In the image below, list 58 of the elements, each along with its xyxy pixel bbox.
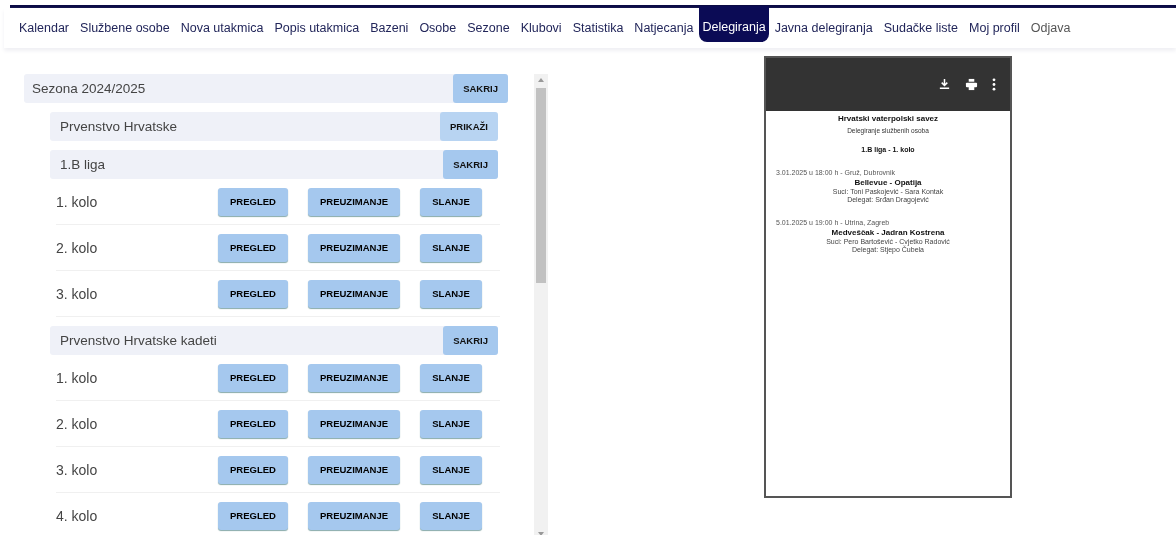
nav-link[interactable]: Statistika: [567, 15, 629, 41]
hide-button[interactable]: SAKRIJ: [443, 326, 498, 355]
nav-link[interactable]: Nova utakmica: [175, 15, 269, 41]
print-icon[interactable]: [965, 78, 978, 91]
nav-link[interactable]: Delegiranja: [699, 6, 769, 42]
action-button[interactable]: PREUZIMANJE: [308, 455, 400, 484]
nav-link[interactable]: Natjecanja: [629, 15, 699, 41]
competition-title: 1.B liga: [60, 157, 106, 172]
action-button[interactable]: PREGLED: [218, 455, 288, 484]
nav-link[interactable]: Moj profil: [964, 15, 1025, 41]
competition-title: Prvenstvo Hrvatske: [60, 119, 178, 134]
round-label: 1. kolo: [56, 193, 99, 210]
nav-link[interactable]: Kalendar: [14, 15, 75, 41]
action-button[interactable]: SLANJE: [420, 363, 482, 392]
action-button[interactable]: SLANJE: [420, 233, 482, 262]
nav-link[interactable]: Javna delegiranja: [769, 15, 878, 41]
action-button[interactable]: PREUZIMANJE: [308, 363, 400, 392]
action-button[interactable]: PREGLED: [218, 279, 288, 308]
more-icon[interactable]: [992, 78, 996, 91]
action-button[interactable]: PREGLED: [218, 501, 288, 530]
round-label: 1. kolo: [56, 369, 99, 386]
season-title: Sezona 2024/2025: [32, 81, 146, 96]
round-label: 4. kolo: [56, 507, 99, 524]
nav-link[interactable]: Bazeni: [365, 15, 414, 41]
action-button[interactable]: PREGLED: [218, 233, 288, 262]
action-button[interactable]: PREUZIMANJE: [308, 279, 400, 308]
nav-link[interactable]: Odjava: [1025, 15, 1076, 41]
document-title: Hrvatski vaterpolski savez: [836, 114, 940, 123]
nav-link[interactable]: Službene osobe: [75, 15, 175, 41]
round-label: 3. kolo: [56, 285, 99, 302]
action-button[interactable]: PREUZIMANJE: [308, 233, 400, 262]
action-button[interactable]: PREUZIMANJE: [308, 187, 400, 216]
action-button[interactable]: SLANJE: [420, 187, 482, 216]
match-teams: Bellevue - Opatija: [853, 178, 923, 187]
nav-link[interactable]: Klubovi: [515, 15, 567, 41]
action-button[interactable]: PREGLED: [218, 409, 288, 438]
action-button[interactable]: PREUZIMANJE: [308, 409, 400, 438]
nav-link[interactable]: Sudačke liste: [878, 15, 964, 41]
round-label: 2. kolo: [56, 239, 99, 256]
action-button[interactable]: SLANJE: [420, 409, 482, 438]
download-icon[interactable]: [938, 78, 951, 91]
action-button[interactable]: PREUZIMANJE: [308, 501, 400, 530]
nav-link[interactable]: Osobe: [414, 15, 462, 41]
action-button[interactable]: SLANJE: [420, 455, 482, 484]
action-button[interactable]: PREGLED: [218, 363, 288, 392]
action-button[interactable]: SLANJE: [420, 501, 482, 530]
action-button[interactable]: SLANJE: [420, 279, 482, 308]
round-label: 2. kolo: [56, 415, 99, 432]
nav-link[interactable]: Sezone: [462, 15, 515, 41]
competition-title: Prvenstvo Hrvatske kadeti: [60, 333, 217, 348]
action-button[interactable]: PREGLED: [218, 187, 288, 216]
match-teams: Medveščak - Jadran Kostrena: [830, 228, 946, 237]
round-label: 3. kolo: [56, 461, 99, 478]
hide-button[interactable]: SAKRIJ: [453, 74, 508, 103]
show-button[interactable]: PRIKAŽI: [440, 112, 498, 141]
hide-button[interactable]: SAKRIJ: [443, 150, 498, 179]
nav-link[interactable]: Popis utakmica: [269, 15, 365, 41]
scrollbar[interactable]: [534, 74, 548, 535]
